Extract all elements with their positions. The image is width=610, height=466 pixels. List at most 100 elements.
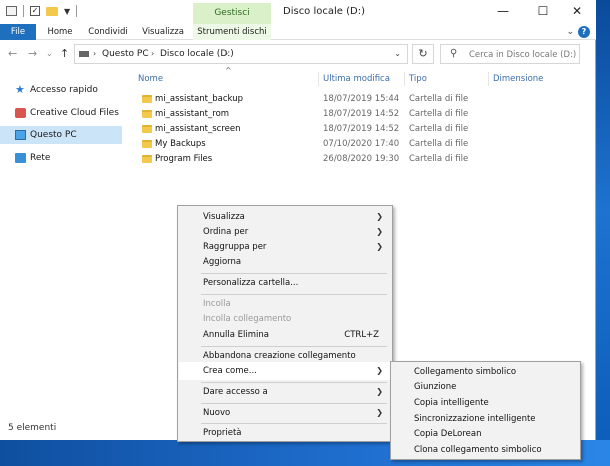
tab-condividi[interactable]: Condividi xyxy=(84,24,132,40)
close-button[interactable]: ✕ xyxy=(562,2,592,20)
menu-item-crea-come[interactable]: Crea come... ❯ xyxy=(179,362,391,380)
folder-icon xyxy=(142,140,152,148)
nav-item-label: Rete xyxy=(30,153,51,163)
menu-item-dare-accesso-a[interactable]: Dare accesso a ❯ xyxy=(179,383,391,401)
maximize-button[interactable]: ☐ xyxy=(528,2,558,20)
navigation-pane: ★ Accesso rapido Creative Cloud Files Qu… xyxy=(0,70,128,415)
breadcrumb-disco-locale[interactable]: Disco locale (D:) xyxy=(160,49,234,59)
menu-item-label: Proprietà xyxy=(203,428,242,438)
network-icon xyxy=(15,153,26,163)
column-header-ultima-modifica[interactable]: Ultima modifica xyxy=(318,72,404,86)
toolbar-divider xyxy=(76,5,78,17)
up-arrow-icon[interactable]: ↑ xyxy=(60,47,69,60)
window-title: Disco locale (D:) xyxy=(283,6,365,17)
file-name: mi_assistant_rom xyxy=(155,109,230,119)
breadcrumb-separator-icon[interactable]: › xyxy=(151,49,154,58)
file-row[interactable]: mi_assistant_rom 18/07/2019 14:52 Cartel… xyxy=(128,107,588,122)
submenu-item-label: Sincronizzazione intelligente xyxy=(414,414,536,424)
column-header-nome[interactable]: Nome xyxy=(128,72,318,86)
nav-item-questo-pc[interactable]: Questo PC xyxy=(0,126,122,144)
tab-strumenti-dischi[interactable]: Strumenti dischi xyxy=(193,24,271,40)
tab-visualizza[interactable]: Visualizza xyxy=(138,24,188,40)
properties-check-icon[interactable]: ✓ xyxy=(30,6,40,16)
submenu-item-giunzione[interactable]: Giunzione xyxy=(392,379,579,395)
back-arrow-icon[interactable]: ← xyxy=(8,47,17,60)
forward-arrow-icon[interactable]: → xyxy=(28,47,37,60)
tab-home[interactable]: Home xyxy=(42,24,78,40)
creative-cloud-icon xyxy=(15,108,26,118)
desktop-background xyxy=(596,0,610,466)
breadcrumb-separator-icon[interactable]: › xyxy=(225,49,228,58)
nav-item-creative-cloud[interactable]: Creative Cloud Files xyxy=(0,104,122,122)
file-name: Program Files xyxy=(155,154,213,164)
refresh-button[interactable]: ↻ xyxy=(412,44,434,64)
recent-locations-chevron-icon[interactable]: ⌄ xyxy=(46,49,53,58)
status-bar-item-count: 5 elementi xyxy=(8,423,57,433)
menu-item-proprieta[interactable]: Proprietà xyxy=(179,424,391,442)
folder-icon xyxy=(142,125,152,133)
new-folder-icon[interactable] xyxy=(46,6,58,16)
file-type: Cartella di file xyxy=(409,124,469,134)
file-date: 18/07/2019 14:52 xyxy=(323,109,400,119)
column-header-tipo[interactable]: Tipo xyxy=(404,72,488,86)
file-name: mi_assistant_backup xyxy=(155,94,243,104)
context-menu: Visualizza ❯ Ordina per ❯ Raggruppa per … xyxy=(177,205,393,442)
file-type: Cartella di file xyxy=(409,139,469,149)
nav-item-rete[interactable]: Rete xyxy=(0,149,122,167)
tab-file[interactable]: File xyxy=(0,24,36,40)
menu-item-annulla-elimina[interactable]: Annulla Elimina CTRL+Z xyxy=(179,326,391,344)
submenu-item-clona-collegamento[interactable]: Clona collegamento simbolico xyxy=(392,442,579,458)
submenu-item-sincronizzazione-intelligente[interactable]: Sincronizzazione intelligente xyxy=(392,411,579,427)
customize-toolbar-arrow-icon[interactable]: ▼ xyxy=(64,7,70,16)
minimize-button[interactable]: — xyxy=(488,2,518,20)
menu-item-label: Crea come... xyxy=(203,366,257,376)
breadcrumb-questo-pc[interactable]: Questo PC xyxy=(102,49,149,59)
nav-item-label: Creative Cloud Files xyxy=(30,108,119,118)
submenu-item-collegamento-simbolico[interactable]: Collegamento simbolico xyxy=(392,364,579,380)
file-row[interactable]: mi_assistant_backup 18/07/2019 15:44 Car… xyxy=(128,92,588,107)
help-icon[interactable]: ? xyxy=(578,26,590,38)
file-row[interactable]: My Backups 07/10/2020 17:40 Cartella di … xyxy=(128,137,588,152)
submenu-item-label: Clona collegamento simbolico xyxy=(414,445,542,455)
search-box[interactable]: ⚲ Cerca in Disco locale (D:) xyxy=(440,44,580,64)
window-menu-icon[interactable] xyxy=(6,6,17,16)
menu-item-aggiorna[interactable]: Aggiorna xyxy=(179,253,391,271)
context-tab-gestisci[interactable]: Gestisci xyxy=(193,3,271,24)
file-type: Cartella di file xyxy=(409,154,469,164)
file-date: 18/07/2019 14:52 xyxy=(323,124,400,134)
folder-icon xyxy=(142,95,152,103)
menu-item-personalizza-cartella[interactable]: Personalizza cartella... xyxy=(179,274,391,292)
menu-item-label: Nuovo xyxy=(203,408,231,418)
folder-icon xyxy=(142,155,152,163)
folder-icon xyxy=(142,110,152,118)
file-date: 18/07/2019 15:44 xyxy=(323,94,400,104)
submenu-item-copia-intelligente[interactable]: Copia intelligente xyxy=(392,395,579,411)
breadcrumb-separator-icon[interactable]: › xyxy=(93,49,96,58)
nav-item-accesso-rapido[interactable]: ★ Accesso rapido xyxy=(0,81,122,99)
submenu-arrow-icon: ❯ xyxy=(376,408,383,417)
toolbar-divider xyxy=(23,5,24,17)
submenu-item-label: Giunzione xyxy=(414,382,457,392)
submenu-item-copia-delorean[interactable]: Copia DeLorean xyxy=(392,426,579,442)
submenu-item-label: Copia DeLorean xyxy=(414,429,482,439)
column-header-dimensione[interactable]: Dimensione xyxy=(488,72,572,86)
search-input[interactable]: Cerca in Disco locale (D:) xyxy=(469,50,576,60)
menu-item-label: Annulla Elimina xyxy=(203,330,269,340)
search-icon: ⚲ xyxy=(450,48,458,59)
quick-access-toolbar: ✓ ▼ xyxy=(6,5,78,17)
file-date: 07/10/2020 17:40 xyxy=(323,139,400,149)
address-bar[interactable]: › Questo PC › Disco locale (D:) › ⌄ xyxy=(74,44,408,64)
menu-item-shortcut: CTRL+Z xyxy=(344,330,379,340)
submenu-item-label: Copia intelligente xyxy=(414,398,489,408)
menu-item-nuovo[interactable]: Nuovo ❯ xyxy=(179,404,391,422)
expand-ribbon-chevron-icon[interactable]: ⌄ xyxy=(566,27,574,37)
ribbon-tabs: File Home Condividi Visualizza Strumenti… xyxy=(0,24,596,40)
nav-item-label: Questo PC xyxy=(30,130,77,140)
address-dropdown-chevron-icon[interactable]: ⌄ xyxy=(394,49,401,58)
file-date: 26/08/2020 19:30 xyxy=(323,154,400,164)
navigation-bar: ← → ⌄ ↑ › Questo PC › Disco locale (D:) … xyxy=(0,44,596,66)
menu-item-label: Aggiorna xyxy=(203,257,242,267)
file-row[interactable]: Program Files 26/08/2020 19:30 Cartella … xyxy=(128,152,588,167)
file-row[interactable]: mi_assistant_screen 18/07/2019 14:52 Car… xyxy=(128,122,588,137)
file-type: Cartella di file xyxy=(409,94,469,104)
